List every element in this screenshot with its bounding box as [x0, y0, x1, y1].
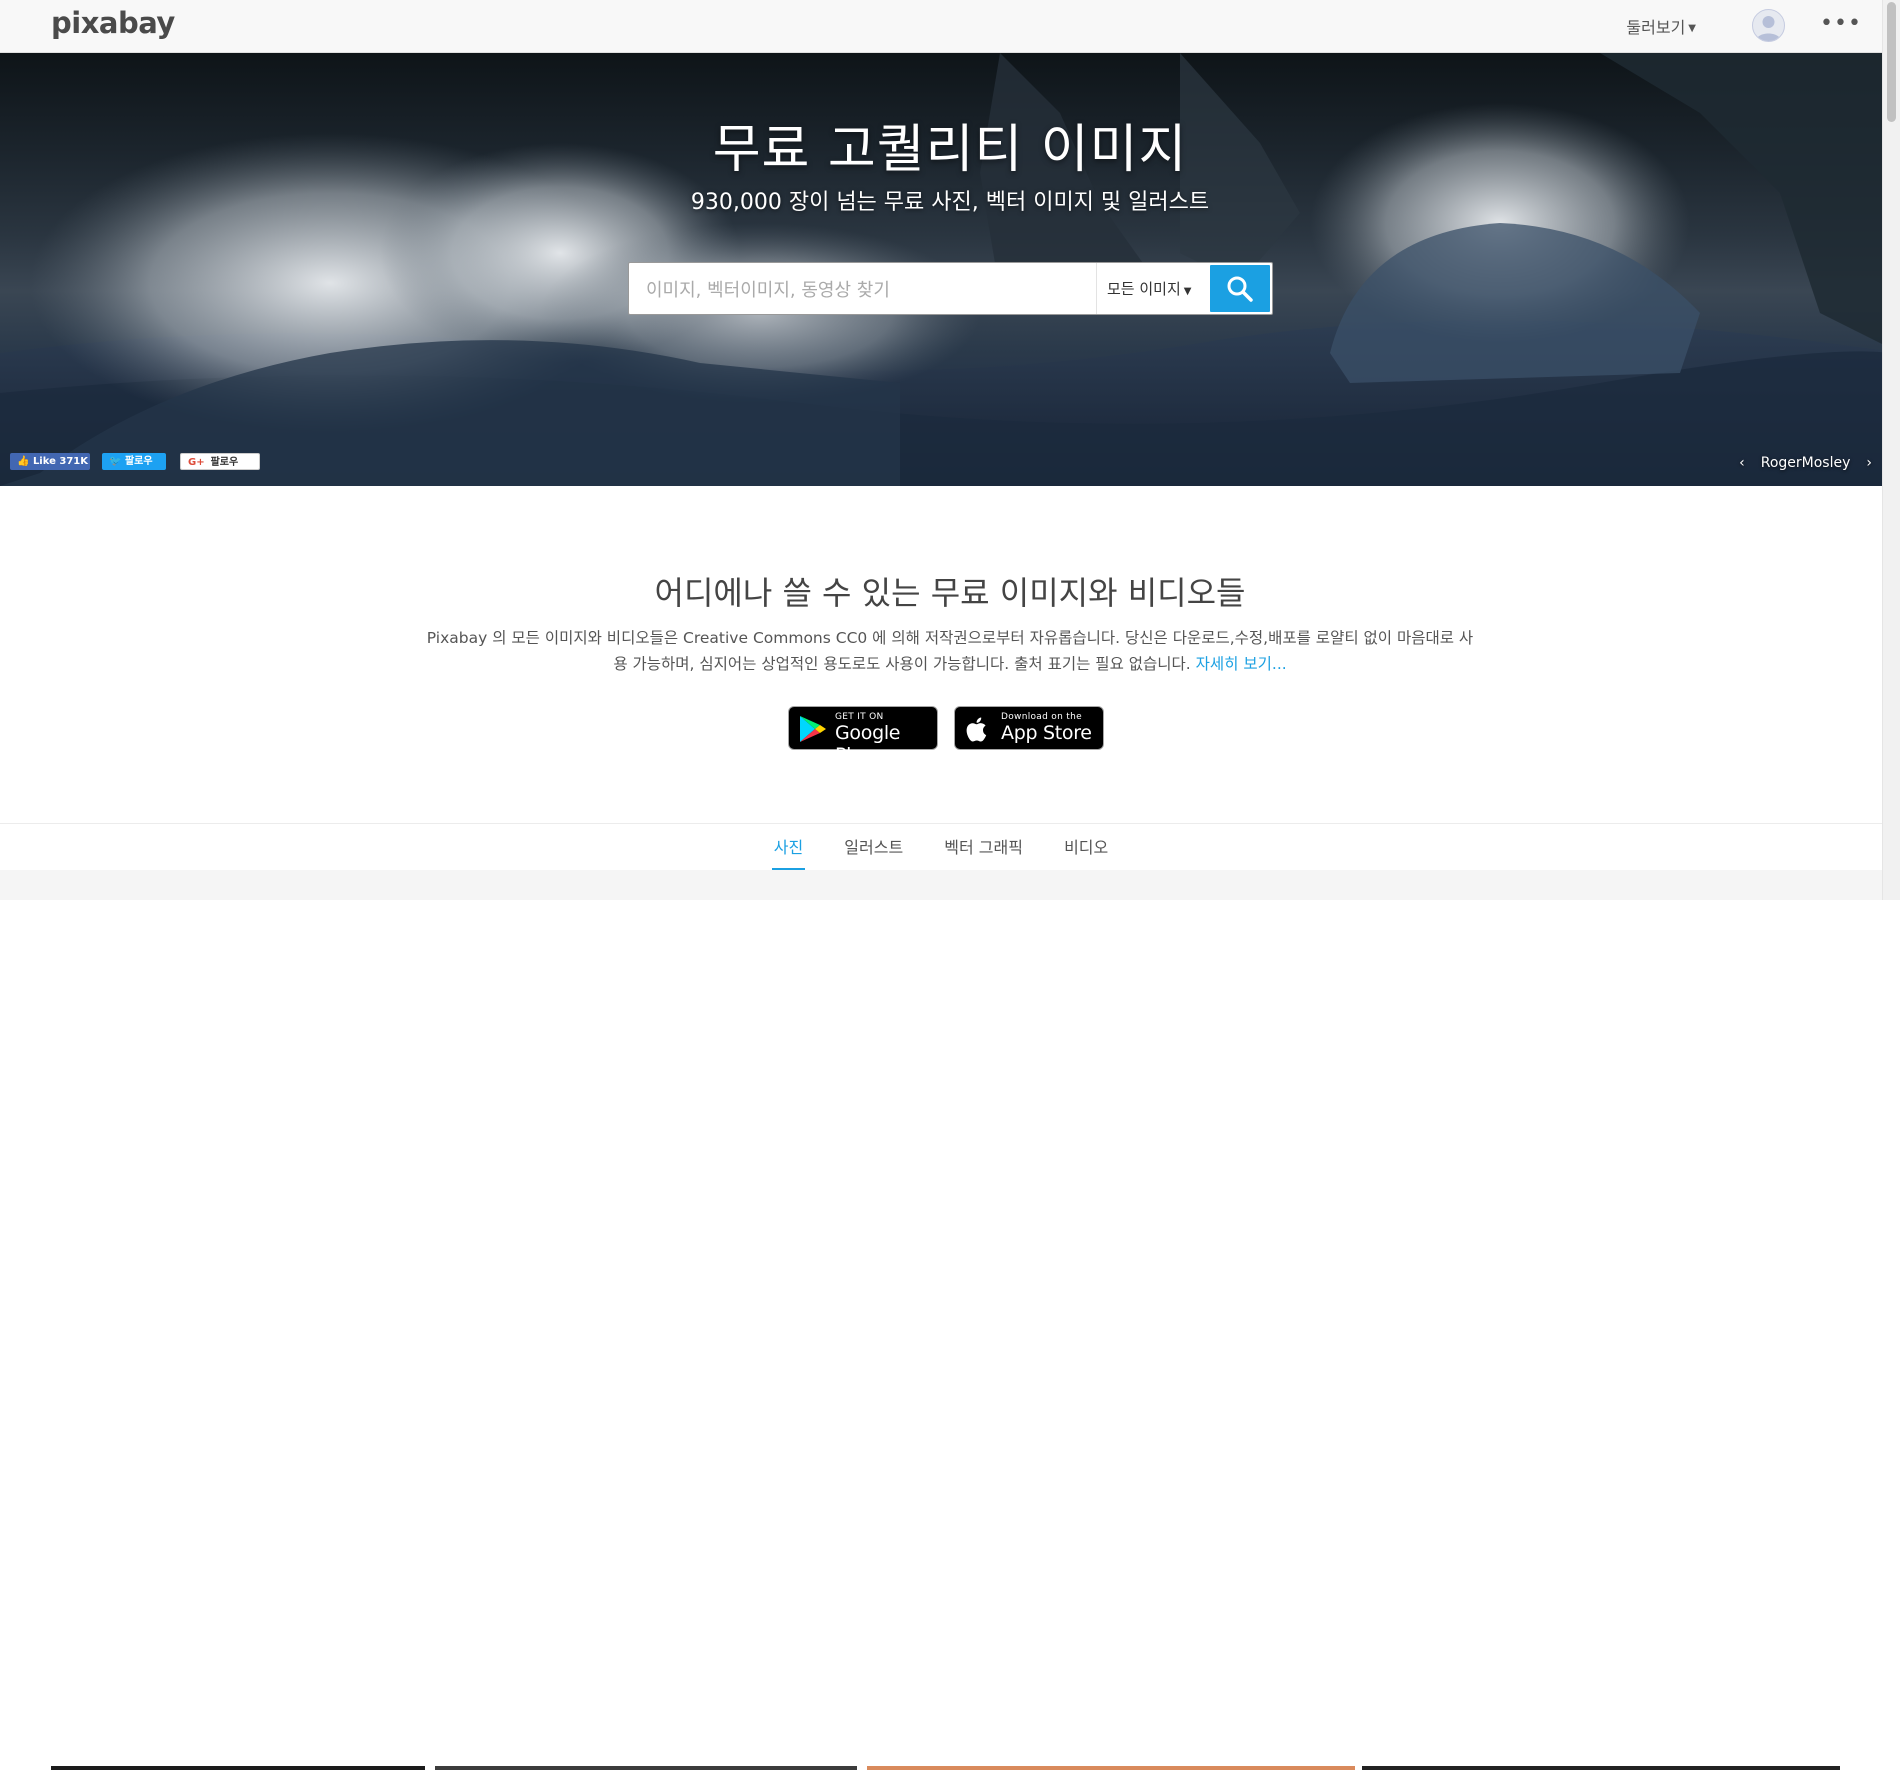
search-icon	[1227, 276, 1253, 302]
image-type-label: 모든 이미지	[1107, 280, 1181, 298]
facebook-like-button[interactable]: 👍 Like 371K	[10, 453, 90, 470]
google-play-badge[interactable]: GET IT ON Google Play	[788, 706, 938, 766]
hero-banner: 무료 고퀄리티 이미지 930,000 장이 넘는 무료 사진, 벡터 이미지 …	[0, 53, 1900, 486]
google-plus-icon: G+	[188, 457, 205, 468]
hero-title: 무료 고퀄리티 이미지	[712, 120, 1188, 180]
explore-menu-button[interactable]: 둘러보기 ▼	[1626, 14, 1696, 38]
image-grid	[0, 870, 1882, 1770]
intro-title: 어디에나 쓸 수 있는 무료 이미지와 비디오들	[654, 574, 1246, 612]
media-type-tabs: 사진 일러스트 벡터 그래픽 비디오	[0, 824, 1882, 870]
google-play-small-text: GET IT ON	[835, 712, 884, 722]
top-navigation-bar: pixabay 둘러보기 ▼ •••	[0, 0, 1882, 53]
user-avatar-icon[interactable]	[1752, 9, 1785, 42]
intro-body: Pixabay 의 모든 이미지와 비디오들은 Creative Commons…	[420, 625, 1480, 677]
scrollbar-thumb[interactable]	[1887, 2, 1896, 122]
chevron-down-icon: ▼	[1688, 23, 1696, 34]
image-thumbnail[interactable]	[1362, 1766, 1840, 1770]
more-options-icon[interactable]: •••	[1820, 11, 1862, 36]
search-input[interactable]	[644, 277, 1088, 303]
search-divider	[1096, 263, 1097, 314]
image-thumbnail[interactable]	[51, 1766, 425, 1770]
app-store-big-text: App Store	[1001, 722, 1092, 744]
search-button[interactable]	[1210, 265, 1270, 312]
image-thumbnail[interactable]	[867, 1766, 1355, 1770]
twitter-follow-label: 팔로우	[124, 456, 153, 467]
google-follow-label: 팔로우	[210, 457, 239, 468]
tab-photos[interactable]: 사진	[771, 824, 806, 870]
previous-photo-icon[interactable]: ‹	[1739, 455, 1745, 471]
tab-vector-graphics[interactable]: 벡터 그래픽	[942, 824, 1025, 870]
vertical-scrollbar[interactable]	[1882, 0, 1900, 900]
intro-body-text: Pixabay 의 모든 이미지와 비디오들은 Creative Commons…	[426, 629, 1474, 673]
thumbs-up-icon: 👍	[17, 456, 30, 467]
page: pixabay 둘러보기 ▼ ••• 무료 고퀄리티 이미지 930,000 장…	[0, 0, 1900, 1770]
twitter-follow-button[interactable]: 🐦 팔로우	[102, 453, 166, 470]
google-play-big-text: Google Play	[835, 722, 901, 766]
twitter-bird-icon: 🐦	[109, 456, 122, 467]
photo-credit: ‹ RogerMosley ›	[1731, 455, 1880, 471]
tab-illustrations[interactable]: 일러스트	[842, 824, 905, 870]
app-store-small-text: Download on the	[1001, 712, 1082, 722]
image-thumbnail[interactable]	[435, 1766, 857, 1770]
hero-subtitle: 930,000 장이 넘는 무료 사진, 벡터 이미지 및 일러스트	[690, 190, 1210, 215]
search-bar: 모든 이미지▼	[628, 262, 1273, 315]
pixabay-logo[interactable]: pixabay	[51, 6, 175, 40]
learn-more-link[interactable]: 자세히 보기...	[1196, 655, 1287, 673]
photographer-name[interactable]: RogerMosley	[1761, 455, 1851, 471]
tab-videos[interactable]: 비디오	[1062, 824, 1110, 870]
explore-label: 둘러보기	[1626, 18, 1686, 37]
google-plus-follow-button[interactable]: G+ 팔로우	[180, 453, 260, 470]
apple-icon	[966, 717, 987, 742]
app-store-badge[interactable]: Download on the App Store	[954, 706, 1104, 750]
google-play-icon	[800, 716, 826, 742]
chevron-down-icon: ▼	[1183, 286, 1192, 297]
next-photo-icon[interactable]: ›	[1866, 455, 1872, 471]
image-type-dropdown[interactable]: 모든 이미지 ▼	[1107, 278, 1191, 299]
facebook-like-label: Like 371K	[32, 456, 89, 467]
